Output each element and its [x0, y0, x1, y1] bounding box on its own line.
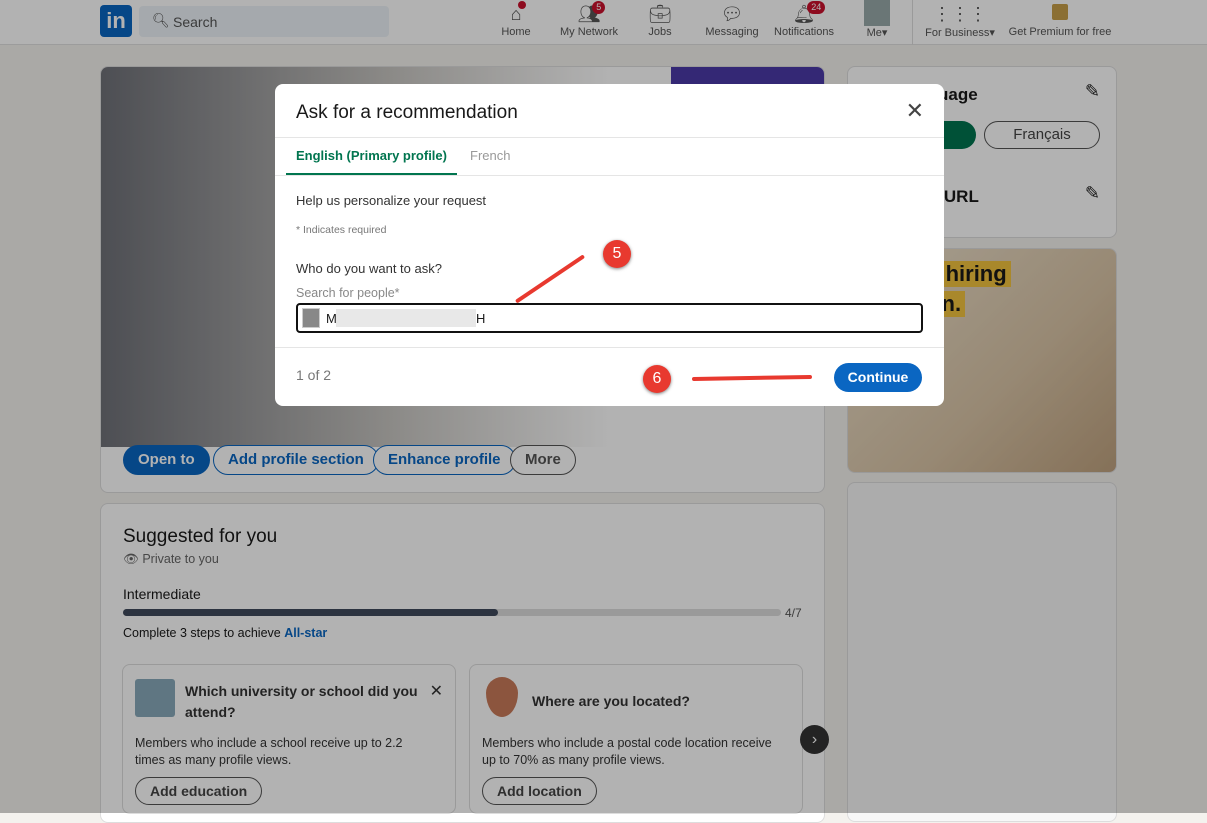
person-avatar [302, 308, 320, 328]
close-icon[interactable]: ✕ [906, 98, 924, 124]
annotation-step-6: 6 [643, 365, 671, 393]
divider [275, 175, 944, 176]
page-indicator: 1 of 2 [296, 367, 332, 383]
search-people-input[interactable]: M H [296, 303, 923, 333]
tab-english[interactable]: English (Primary profile) [286, 148, 457, 175]
divider [275, 137, 944, 138]
tab-french[interactable]: French [470, 148, 510, 163]
modal-title: Ask for a recommendation [296, 102, 518, 123]
intro-text: Help us personalize your request [296, 193, 487, 208]
field-label: Search for people* [296, 286, 400, 300]
required-note: * Indicates required [296, 224, 387, 236]
redacted-name [336, 309, 476, 327]
question-label: Who do you want to ask? [296, 261, 442, 276]
annotation-step-5: 5 [603, 240, 631, 268]
divider [275, 347, 944, 348]
field-value-end: H [476, 311, 486, 326]
continue-button[interactable]: Continue [834, 363, 922, 392]
